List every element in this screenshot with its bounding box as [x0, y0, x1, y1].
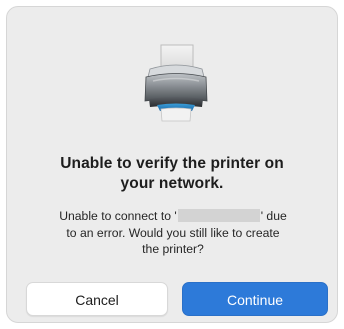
dialog-title: Unable to verify the printer on your net… [7, 154, 337, 194]
alert-dialog: Unable to verify the printer on your net… [6, 6, 338, 323]
message-text-end: ' due [260, 209, 287, 223]
dialog-title-line2: your network. [120, 175, 224, 192]
message-text-start: Unable to connect to ' [59, 209, 177, 223]
dialog-message-line2: to an error. Would you still like to cre… [66, 225, 280, 240]
cancel-button[interactable]: Cancel [26, 282, 168, 316]
printer-icon [141, 41, 211, 125]
redacted-printer-address [177, 209, 260, 222]
continue-button[interactable]: Continue [182, 282, 328, 316]
dialog-message: Unable to connect to ' ' due to an error.… [29, 208, 317, 258]
dialog-message-line1: Unable to connect to ' ' due [29, 208, 317, 225]
dialog-title-line1: Unable to verify the printer on [60, 155, 284, 172]
dialog-message-line3: the printer? [142, 242, 204, 256]
